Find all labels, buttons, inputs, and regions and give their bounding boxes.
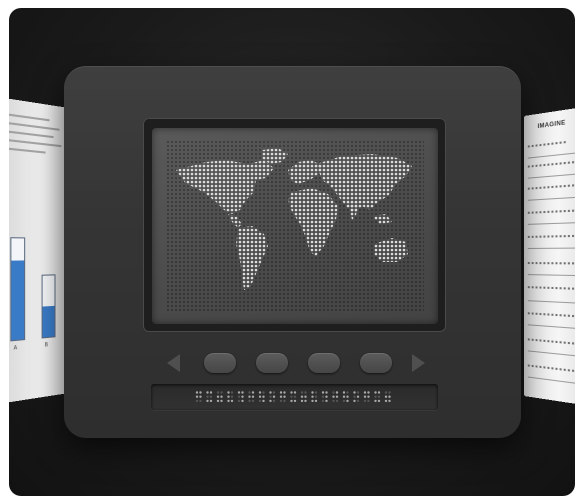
braille-cell [353,391,360,403]
braille-cell [248,391,255,403]
braille-cell [374,391,381,403]
document-rule [527,376,575,387]
control-button-2[interactable] [256,353,288,373]
previous-arrow-button[interactable] [167,354,180,372]
document-rule [527,350,575,359]
braille-cells [195,391,391,403]
braille-cell [321,391,328,403]
document-text-line [527,160,575,168]
document-rule [527,274,575,277]
document-text-line [527,234,575,238]
document-text-line [527,364,575,374]
braille-cell [216,391,223,403]
chart-bar-a-fill [11,260,25,341]
document-rule [527,300,575,305]
tactile-screen [152,128,438,324]
braille-cell [258,391,265,403]
braille-cell [384,391,391,403]
chart-tick-label-b: B [44,342,49,349]
braille-cell [311,391,318,403]
braille-cell [279,391,286,403]
braille-cell [332,391,339,403]
braille-cell [195,391,202,403]
braille-cell [237,391,244,403]
chart-bar-b [41,274,56,339]
document-text-line [527,286,575,290]
document-rule [527,195,575,201]
document-text-line [527,183,575,190]
document-rule [527,221,575,225]
braille-cell [342,391,349,403]
document-text-line [9,130,54,139]
next-arrow-button[interactable] [412,354,425,372]
braille-cell-strip [151,384,438,410]
document-text-line [9,122,60,131]
braille-cell [227,391,234,403]
document-text-line [527,208,575,214]
document-rule [527,150,575,159]
document-text-line [9,113,50,122]
braille-cell [300,391,307,403]
document-text-line [527,262,575,265]
chart-tick-label-a: A [13,345,18,352]
document-text-line [527,140,568,148]
braille-display-device [64,66,521,438]
braille-cell [363,391,370,403]
braille-cell [290,391,297,403]
document-heading: IMAGINE [537,120,566,131]
chart-bar-a [10,237,26,342]
illustration-frame: A B IMAGINE [9,8,575,496]
document-rule [527,171,575,179]
world-map-icon [176,148,412,290]
document-text-line [9,147,46,154]
control-button-4[interactable] [360,353,392,373]
document-text-line [527,312,575,318]
chart-bar-b-fill [42,305,55,338]
document-rule [527,324,575,331]
control-button-1[interactable] [204,353,236,373]
control-button-3[interactable] [308,353,340,373]
document-text-line [9,139,62,148]
braille-cell [269,391,276,403]
braille-cell [206,391,213,403]
document-text-line [527,338,575,345]
document-rule [527,247,575,249]
right-side-document: IMAGINE [524,105,575,407]
left-side-document: A B [9,97,69,404]
